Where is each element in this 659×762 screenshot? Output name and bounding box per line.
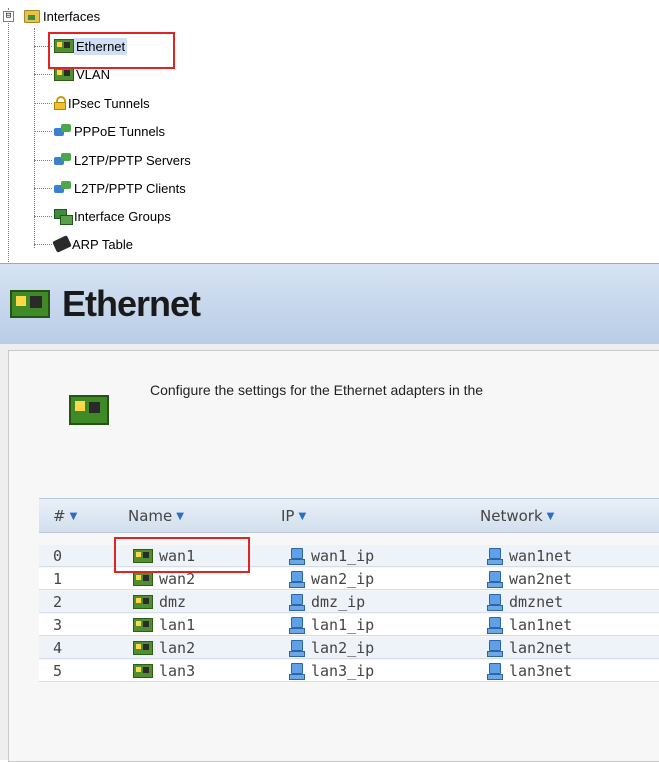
tree-item-label: L2TP/PPTP Clients: [74, 180, 186, 196]
tree-item-ipsec-tunnels[interactable]: IPsec Tunnels: [34, 93, 152, 113]
table-row[interactable]: 2 dmz dmz_ip dmznet: [39, 591, 659, 613]
column-header-network[interactable]: Network ▼: [480, 507, 554, 525]
row-index: 3: [53, 616, 63, 634]
nic-icon: [133, 641, 153, 655]
group-icon: [54, 209, 73, 225]
sort-caret-icon[interactable]: ▼: [70, 511, 78, 522]
interface-name-link[interactable]: lan1: [133, 616, 195, 634]
highlight-box: [114, 537, 250, 573]
sort-caret-icon[interactable]: ▼: [298, 511, 306, 522]
tree-item-label: Interface Groups: [74, 208, 171, 224]
tree-item-l2tp-pptp-clients[interactable]: L2TP/PPTP Clients: [34, 178, 188, 198]
network-link[interactable]: lan2net: [487, 639, 572, 657]
ip-object-icon: [289, 548, 305, 565]
sort-caret-icon[interactable]: ▼: [176, 511, 184, 522]
column-header-name[interactable]: Name ▼: [128, 507, 184, 525]
collapse-toggle-icon[interactable]: ⊟: [3, 11, 14, 22]
network-link[interactable]: wan2net: [487, 570, 572, 588]
tree-item-interface-groups[interactable]: Interface Groups: [34, 206, 173, 226]
network-object-icon: [487, 663, 503, 680]
network-link[interactable]: lan1net: [487, 616, 572, 634]
nic-icon: [133, 664, 153, 678]
nic-icon: [133, 618, 153, 632]
tunnel-icon: [54, 124, 72, 138]
nic-icon: [10, 290, 50, 318]
tree-node-label: Interfaces: [43, 9, 101, 24]
network-object-icon: [487, 571, 503, 588]
row-index: 1: [53, 570, 63, 588]
table-row[interactable]: 5 lan3 lan3_ip lan3net: [39, 660, 659, 682]
tree-item-label: L2TP/PPTP Servers: [74, 152, 191, 168]
nic-icon: [133, 572, 153, 586]
network-object-icon: [487, 617, 503, 634]
highlight-box: [48, 32, 175, 69]
lock-icon: [54, 96, 66, 110]
network-object-icon: [487, 640, 503, 657]
ip-object-icon: [289, 571, 305, 588]
ip-object-icon: [289, 594, 305, 611]
column-header-ip[interactable]: IP ▼: [281, 507, 306, 525]
tunnel-icon: [54, 153, 72, 167]
navigation-tree: ⊟ Interfaces Ethernet VLAN IPsec Tunnels…: [0, 0, 245, 262]
tree-node-interfaces[interactable]: Interfaces: [24, 9, 100, 24]
page-description: Configure the settings for the Ethernet …: [150, 382, 484, 398]
ip-address-link[interactable]: lan1_ip: [289, 616, 374, 634]
ip-address-link[interactable]: wan1_ip: [289, 547, 374, 565]
interface-name-link[interactable]: lan3: [133, 662, 195, 680]
arp-icon: [52, 235, 72, 253]
folder-icon: [24, 10, 40, 23]
interface-name-link[interactable]: lan2: [133, 639, 195, 657]
table-row[interactable]: 4 lan2 lan2_ip lan2net: [39, 637, 659, 659]
interface-name-link[interactable]: dmz: [133, 593, 186, 611]
tree-item-arp-table[interactable]: ARP Table: [34, 234, 135, 254]
row-index: 5: [53, 662, 63, 680]
column-header-index[interactable]: # ▼: [53, 507, 77, 525]
vlan-icon: [54, 67, 74, 81]
tree-item-pppoe-tunnels[interactable]: PPPoE Tunnels: [34, 121, 167, 141]
network-link[interactable]: lan3net: [487, 662, 572, 680]
network-link[interactable]: dmznet: [487, 593, 563, 611]
tree-item-label: PPPoE Tunnels: [74, 123, 166, 139]
tree-guide-line: [8, 8, 10, 262]
ip-address-link[interactable]: lan2_ip: [289, 639, 374, 657]
tree-item-label: ARP Table: [72, 236, 133, 252]
row-index: 4: [53, 639, 63, 657]
row-index: 0: [53, 547, 63, 565]
ip-object-icon: [289, 663, 305, 680]
tree-item-l2tp-pptp-servers[interactable]: L2TP/PPTP Servers: [34, 150, 193, 170]
nic-icon: [69, 395, 109, 425]
table-row[interactable]: 3 lan1 lan1_ip lan1net: [39, 614, 659, 636]
ip-address-link[interactable]: lan3_ip: [289, 662, 374, 680]
row-index: 2: [53, 593, 63, 611]
tree-item-label: IPsec Tunnels: [68, 95, 150, 111]
nic-icon: [133, 595, 153, 609]
sort-caret-icon[interactable]: ▼: [547, 511, 555, 522]
page-header: Ethernet: [0, 263, 659, 345]
ip-address-link[interactable]: dmz_ip: [289, 593, 365, 611]
ip-object-icon: [289, 640, 305, 657]
ip-object-icon: [289, 617, 305, 634]
table-header: # ▼ Name ▼ IP ▼ Network ▼: [39, 498, 659, 533]
network-object-icon: [487, 594, 503, 611]
ip-address-link[interactable]: wan2_ip: [289, 570, 374, 588]
page-title: Ethernet: [62, 283, 201, 324]
tunnel-icon: [54, 181, 72, 195]
network-link[interactable]: wan1net: [487, 547, 572, 565]
network-object-icon: [487, 548, 503, 565]
